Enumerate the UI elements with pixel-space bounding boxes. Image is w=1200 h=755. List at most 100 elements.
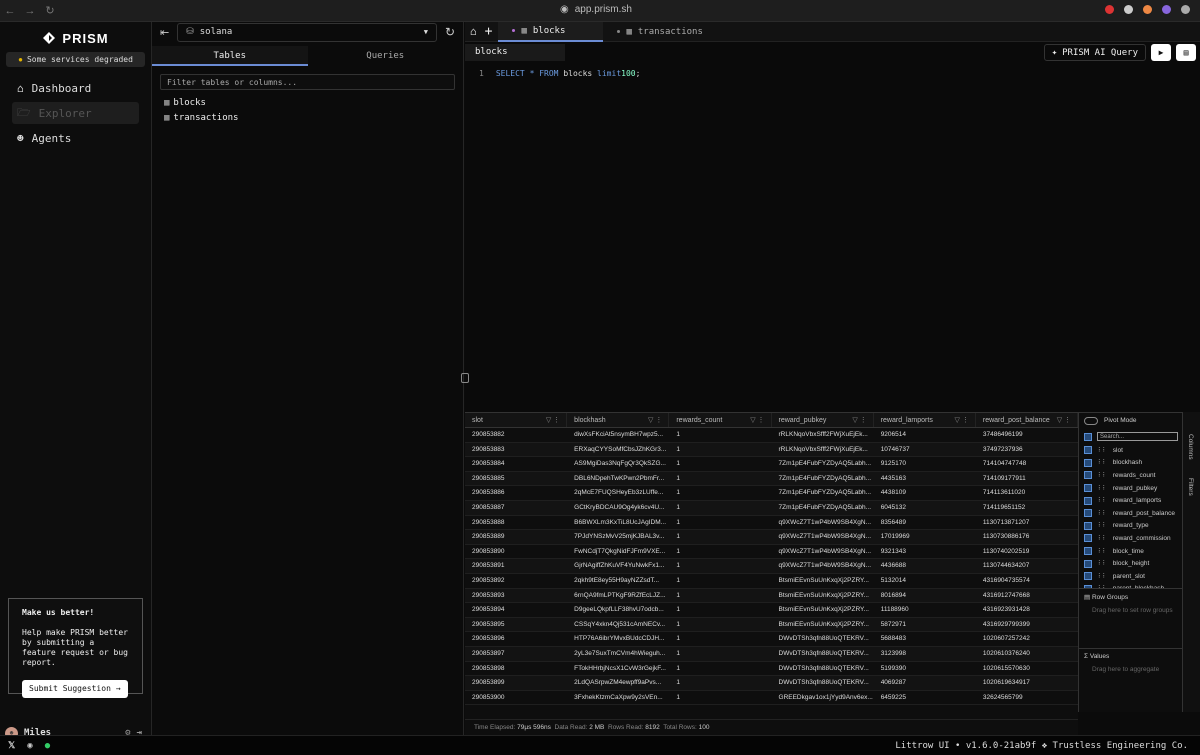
drag-handle-icon[interactable]: ⠇⠇ xyxy=(1098,560,1107,567)
tab-tables[interactable]: Tables xyxy=(152,46,308,66)
table-row[interactable]: 290853894 D9geeLQkpfLLF38hvU7odcb... 1 Btsm… xyxy=(465,603,1078,618)
table-row[interactable]: 290853889 7PJdYNSzMvV25mjKJBAL3v... 1 q9XWc… xyxy=(465,530,1078,545)
sidebar-item-dashboard[interactable]: ⌂ Dashboard xyxy=(12,77,139,99)
reload-icon[interactable]: ↻ xyxy=(40,4,60,17)
table-cell[interactable]: 5132014 xyxy=(874,574,976,588)
column-header[interactable]: reward_post_balance ▽ ⋮ xyxy=(976,413,1079,427)
table-cell[interactable]: 4316923931428 xyxy=(976,603,1078,617)
table-cell[interactable]: 1020619634917 xyxy=(976,676,1078,690)
table-cell[interactable]: 1 xyxy=(669,457,771,471)
table-cell[interactable]: 2qMcE7FUQSHeyEb3zLUffe... xyxy=(567,486,669,500)
table-cell[interactable]: 11188960 xyxy=(874,603,976,617)
submit-suggestion-button[interactable]: Submit Suggestion → xyxy=(22,680,128,698)
ai-query-button[interactable]: ✦ PRISM AI Query xyxy=(1043,44,1146,61)
table-cell[interactable]: 290853890 xyxy=(465,545,567,559)
brand[interactable]: PRISM xyxy=(0,26,151,50)
table-cell[interactable]: 10746737 xyxy=(874,443,976,457)
table-cell[interactable]: 1 xyxy=(669,428,771,442)
table-cell[interactable]: q9XWcZ7T1wP4bW9SB4XgN... xyxy=(772,545,874,559)
table-cell[interactable]: 290853897 xyxy=(465,647,567,661)
column-list-item[interactable]: ⠇⠇ reward_lamports xyxy=(1079,494,1182,507)
table-row[interactable]: 290853888 B6BWXLm3KxTiL8UcJAgIDM... 1 q9XWc… xyxy=(465,516,1078,531)
table-row[interactable]: 290853891 GjrNAgiffZhKuVF4YuNwkFx1... 1 q9X… xyxy=(465,559,1078,574)
table-cell[interactable]: 290853885 xyxy=(465,472,567,486)
table-cell[interactable]: 1130713871207 xyxy=(976,516,1078,530)
table-cell[interactable]: 1 xyxy=(669,691,771,705)
add-tab-icon[interactable]: + xyxy=(482,24,499,39)
collapse-sidebar-icon[interactable]: ⇤ xyxy=(160,26,169,39)
table-row[interactable]: 290853893 6rnQA9fmLPTKgF9RZfEcLJZ... 1 Btsm… xyxy=(465,588,1078,604)
table-cell[interactable]: 5199390 xyxy=(874,662,976,676)
table-cell[interactable]: BtsmiEEvnSuUnKxqXj2PZRY... xyxy=(772,603,874,617)
tree-item-blocks[interactable]: ▦ blocks xyxy=(164,95,463,110)
table-cell[interactable]: DWvDTSh3qfn88UoQTEKRV... xyxy=(772,662,874,676)
column-list-item[interactable]: ⠇⠇ parent_slot xyxy=(1079,570,1182,583)
extension-icon[interactable] xyxy=(1105,5,1114,14)
drag-handle-icon[interactable]: ⠇⠇ xyxy=(1098,472,1107,479)
table-row[interactable]: 290853885 DBL6NDpehTwKPwn2PbmFr... 1 7Zm1pE… xyxy=(465,471,1078,487)
table-cell[interactable]: diwXsFKciAt5nsymBH7wpz5... xyxy=(567,428,669,442)
table-cell[interactable]: 1 xyxy=(669,472,771,486)
table-cell[interactable]: DWvDTSh3qfn88UoQTEKRV... xyxy=(772,632,874,646)
table-cell[interactable]: BtsmiEEvnSuUnKxqXj2PZRY... xyxy=(772,618,874,632)
table-cell[interactable]: 37486496199 xyxy=(976,428,1078,442)
table-cell[interactable]: 4069287 xyxy=(874,676,976,690)
drag-handle-icon[interactable]: ⠇⠇ xyxy=(1098,535,1107,542)
table-cell[interactable]: GCtKryBDCAU9Og4yk6cv4U... xyxy=(567,501,669,515)
table-cell[interactable]: 290853882 xyxy=(465,428,567,442)
drag-handle-icon[interactable]: ⠇⠇ xyxy=(1098,485,1107,492)
table-cell[interactable]: DWvDTSh3qfn88UoQTEKRV... xyxy=(772,676,874,690)
table-cell[interactable]: ERXaqCYYSoMfCbsJZhKGr3... xyxy=(567,443,669,457)
filter-input[interactable]: Filter tables or columns... xyxy=(160,74,455,90)
table-cell[interactable]: 1130740202519 xyxy=(976,545,1078,559)
column-checkbox[interactable] xyxy=(1084,521,1092,530)
column-checkbox[interactable] xyxy=(1084,559,1092,568)
sql-code-line[interactable]: 1 SELECT * FROM blocks limit100; xyxy=(465,69,1200,78)
side-tab-filters[interactable]: Filters xyxy=(1187,478,1194,496)
drag-handle-icon[interactable]: ⠇⠇ xyxy=(1098,447,1107,454)
table-cell[interactable]: FwNCdjT7QkgNidFJFm9VXE... xyxy=(567,545,669,559)
table-cell[interactable]: 714109177911 xyxy=(976,472,1078,486)
column-filter-icon[interactable]: ▽ ⋮ xyxy=(1057,413,1071,427)
column-checkbox[interactable] xyxy=(1084,471,1092,480)
drag-handle-icon[interactable]: ⠇⠇ xyxy=(1098,522,1107,529)
table-row[interactable]: 290853896 HTP76A6ibrYMvxBUdcCDJH... 1 DWvDT… xyxy=(465,632,1078,647)
table-cell[interactable]: 7PJdYNSzMvV25mjKJBAL3v... xyxy=(567,530,669,544)
table-cell[interactable]: 290853884 xyxy=(465,457,567,471)
table-cell[interactable]: 5872971 xyxy=(874,618,976,632)
column-list-item[interactable]: ⠇⠇ reward_post_balance xyxy=(1079,507,1182,520)
table-cell[interactable]: 1 xyxy=(669,632,771,646)
back-icon[interactable]: ← xyxy=(0,5,20,17)
table-cell[interactable]: 1 xyxy=(669,589,771,603)
table-cell[interactable]: 1 xyxy=(669,443,771,457)
table-cell[interactable]: 290853886 xyxy=(465,486,567,500)
table-cell[interactable]: 1130730886176 xyxy=(976,530,1078,544)
column-list-item[interactable]: ⠇⠇ slot xyxy=(1079,444,1182,457)
save-button[interactable]: ▤ xyxy=(1176,44,1196,61)
extension-icon[interactable] xyxy=(1143,5,1152,14)
table-cell[interactable]: 4436688 xyxy=(874,559,976,573)
extension-icon[interactable] xyxy=(1181,5,1190,14)
table-cell[interactable]: 6045132 xyxy=(874,501,976,515)
column-filter-icon[interactable]: ▽ ⋮ xyxy=(955,413,969,427)
table-row[interactable]: 290853886 2qMcE7FUQSHeyEb3zLUffe... 1 7Zm1p… xyxy=(465,486,1078,501)
table-cell[interactable]: 1 xyxy=(669,559,771,573)
table-cell[interactable]: 4316929799399 xyxy=(976,618,1078,632)
table-cell[interactable]: 1020607257242 xyxy=(976,632,1078,646)
table-cell[interactable]: 9321343 xyxy=(874,545,976,559)
table-cell[interactable]: rRLKNqoVbxSfff2FWjXuEjEk... xyxy=(772,428,874,442)
table-cell[interactable]: 290853888 xyxy=(465,516,567,530)
refresh-icon[interactable]: ↻ xyxy=(445,25,455,39)
table-cell[interactable]: 4438109 xyxy=(874,486,976,500)
table-row[interactable]: 290853887 GCtKryBDCAU9Og4yk6cv4U... 1 7Zm1p… xyxy=(465,500,1078,516)
column-header[interactable]: blockhash ▽ ⋮ xyxy=(567,413,670,427)
table-cell[interactable]: 1 xyxy=(669,603,771,617)
column-list-item[interactable]: ⠇⠇ reward_pubkey xyxy=(1079,482,1182,495)
table-cell[interactable]: 1 xyxy=(669,574,771,588)
database-select[interactable]: ⛁ solana ▼ xyxy=(177,22,437,42)
table-row[interactable]: 290853897 2yL3e7SuxTmCVm4hWieguh... 1 DWvDT… xyxy=(465,646,1078,662)
column-list-item[interactable]: ⠇⠇ rewards_count xyxy=(1079,469,1182,482)
table-cell[interactable]: 8016894 xyxy=(874,589,976,603)
sidebar-item-explorer[interactable]: 🗁 Explorer xyxy=(12,102,139,124)
table-cell[interactable]: 290853894 xyxy=(465,603,567,617)
